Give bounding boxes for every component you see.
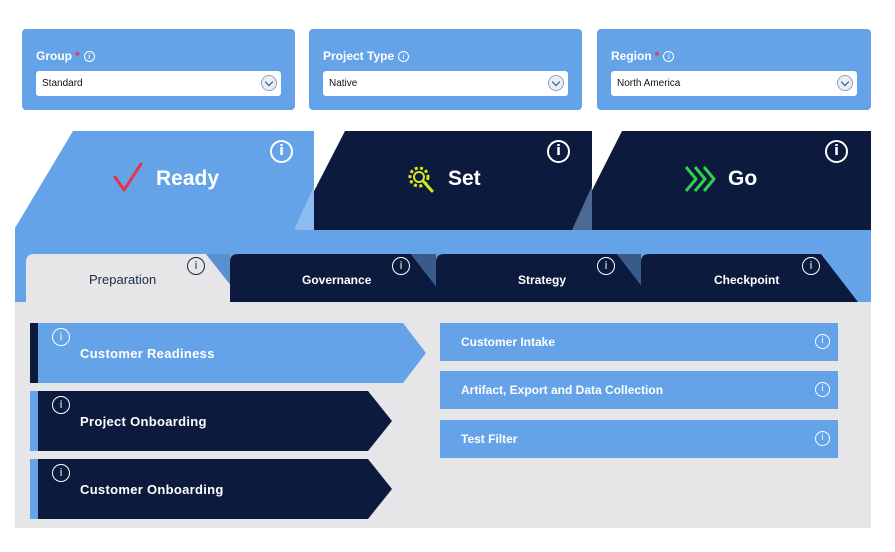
step-label-customer-readiness[interactable]: Customer Readiness: [80, 346, 215, 361]
task-label: Artifact, Export and Data Collection: [461, 383, 664, 397]
info-icon[interactable]: i: [815, 334, 830, 349]
step-accent: [30, 459, 38, 519]
stage-label-ready[interactable]: Ready: [156, 167, 219, 191]
task-artifact-export[interactable]: Artifact, Export and Data Collection i: [440, 371, 838, 409]
info-icon[interactable]: i: [597, 257, 615, 275]
task-customer-intake[interactable]: Customer Intake i: [440, 323, 838, 361]
subtab-label-checkpoint[interactable]: Checkpoint: [714, 273, 779, 287]
info-icon[interactable]: i: [270, 140, 293, 163]
info-icon[interactable]: i: [52, 396, 70, 414]
subtab-label-governance[interactable]: Governance: [302, 273, 371, 287]
subtab-label-preparation[interactable]: Preparation: [89, 272, 156, 287]
info-icon[interactable]: i: [52, 328, 70, 346]
stage-label-go[interactable]: Go: [728, 167, 757, 191]
task-label: Customer Intake: [461, 335, 556, 349]
step-label-project-onboarding[interactable]: Project Onboarding: [80, 414, 207, 429]
info-icon[interactable]: i: [825, 140, 848, 163]
task-label: Test Filter: [461, 432, 518, 446]
info-icon[interactable]: i: [392, 257, 410, 275]
info-icon[interactable]: i: [802, 257, 820, 275]
step-accent: [30, 391, 38, 451]
step-label-customer-onboarding[interactable]: Customer Onboarding: [80, 482, 224, 497]
info-icon[interactable]: i: [815, 431, 830, 446]
subtab-label-strategy[interactable]: Strategy: [518, 273, 566, 287]
step-accent: [30, 323, 38, 383]
info-icon[interactable]: i: [547, 140, 570, 163]
stage-label-set[interactable]: Set: [448, 167, 481, 191]
task-test-filter[interactable]: Test Filter i: [440, 420, 838, 458]
info-icon[interactable]: i: [52, 464, 70, 482]
info-icon[interactable]: i: [187, 257, 205, 275]
info-icon[interactable]: i: [815, 382, 830, 397]
